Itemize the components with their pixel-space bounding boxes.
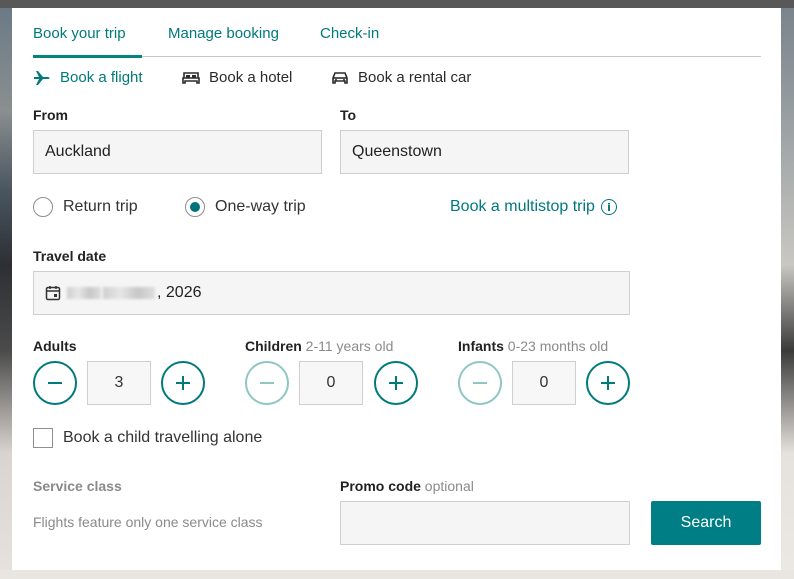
product-label: Book a hotel (209, 69, 293, 86)
to-value: Queenstown (352, 143, 442, 160)
backdrop-top (0, 0, 794, 8)
search-button[interactable]: Search (651, 501, 761, 545)
tab-manage-booking[interactable]: Manage booking (168, 25, 279, 42)
minus-icon (473, 382, 487, 384)
adults-label: Adults (33, 338, 77, 354)
adults-increment-button[interactable] (161, 361, 205, 405)
multistop-link-label: Book a multistop trip (450, 198, 595, 215)
children-decrement-button[interactable] (245, 361, 289, 405)
return-trip-radio[interactable] (33, 197, 53, 217)
product-book-rental-car[interactable]: Book a rental car (330, 69, 471, 86)
one-way-trip-option[interactable]: One-way trip (185, 197, 306, 217)
tab-check-in[interactable]: Check-in (320, 25, 379, 42)
adults-decrement-button[interactable] (33, 361, 77, 405)
active-tab-indicator (33, 55, 142, 58)
minus-icon (48, 382, 62, 384)
travel-date-value: , 2026 (157, 284, 202, 301)
plane-icon (32, 70, 52, 86)
calendar-icon (45, 285, 61, 301)
infants-label-text: Infants (458, 338, 504, 354)
product-book-hotel[interactable]: Book a hotel (181, 69, 292, 86)
infants-decrement-button[interactable] (458, 361, 502, 405)
infants-age-hint: 0-23 months old (507, 338, 609, 354)
minus-icon (260, 382, 274, 384)
promo-code-label-text: Promo code (340, 478, 421, 494)
one-way-trip-label: One-way trip (215, 198, 306, 215)
children-label: Children 2-11 years old (245, 338, 393, 354)
children-label-text: Children (245, 338, 302, 354)
infants-label: Infants 0-23 months old (458, 338, 608, 354)
tab-book-your-trip[interactable]: Book your trip (33, 25, 126, 42)
promo-code-label: Promo code optional (340, 478, 474, 494)
children-age-hint: 2-11 years old (305, 338, 394, 354)
booking-panel: Book your trip Manage booking Check-in B… (12, 8, 781, 570)
bed-icon (181, 70, 201, 86)
info-icon[interactable]: i (600, 199, 617, 215)
product-label: Book a rental car (358, 69, 472, 86)
tabs-divider (33, 56, 761, 57)
multistop-trip-link[interactable]: Book a multistop trip i (450, 198, 617, 216)
backdrop-left (0, 8, 12, 579)
product-book-flight[interactable]: Book a flight (32, 69, 143, 86)
return-trip-label: Return trip (63, 198, 138, 215)
redacted-date-part (67, 287, 101, 299)
product-label: Book a flight (60, 69, 143, 86)
child-alone-checkbox[interactable] (33, 428, 53, 448)
service-class-label: Service class (33, 478, 122, 494)
infants-increment-button[interactable] (586, 361, 630, 405)
child-alone-option[interactable]: Book a child travelling alone (33, 428, 262, 448)
adults-count[interactable]: 3 (87, 361, 151, 405)
redacted-date-part (103, 287, 155, 299)
car-icon (330, 70, 350, 86)
return-trip-option[interactable]: Return trip (33, 197, 138, 217)
children-increment-button[interactable] (374, 361, 418, 405)
plus-icon (389, 376, 403, 390)
adults-label-text: Adults (33, 338, 77, 354)
from-field[interactable]: Auckland (33, 130, 322, 174)
plus-icon (601, 376, 615, 390)
child-alone-label: Book a child travelling alone (63, 429, 263, 446)
infants-count[interactable]: 0 (512, 361, 576, 405)
backdrop-bottom (0, 570, 794, 579)
plus-icon (176, 376, 190, 390)
promo-optional-hint: optional (424, 478, 474, 494)
to-field[interactable]: Queenstown (340, 130, 629, 174)
promo-code-input[interactable] (340, 501, 630, 545)
backdrop-right (781, 8, 794, 579)
service-class-note: Flights feature only one service class (33, 514, 263, 530)
travel-date-label: Travel date (33, 248, 107, 264)
children-count[interactable]: 0 (299, 361, 363, 405)
from-value: Auckland (45, 143, 111, 160)
one-way-trip-radio[interactable] (185, 197, 205, 217)
to-label: To (340, 107, 357, 123)
from-label: From (33, 107, 68, 123)
travel-date-field[interactable]: , 2026 (33, 271, 630, 315)
